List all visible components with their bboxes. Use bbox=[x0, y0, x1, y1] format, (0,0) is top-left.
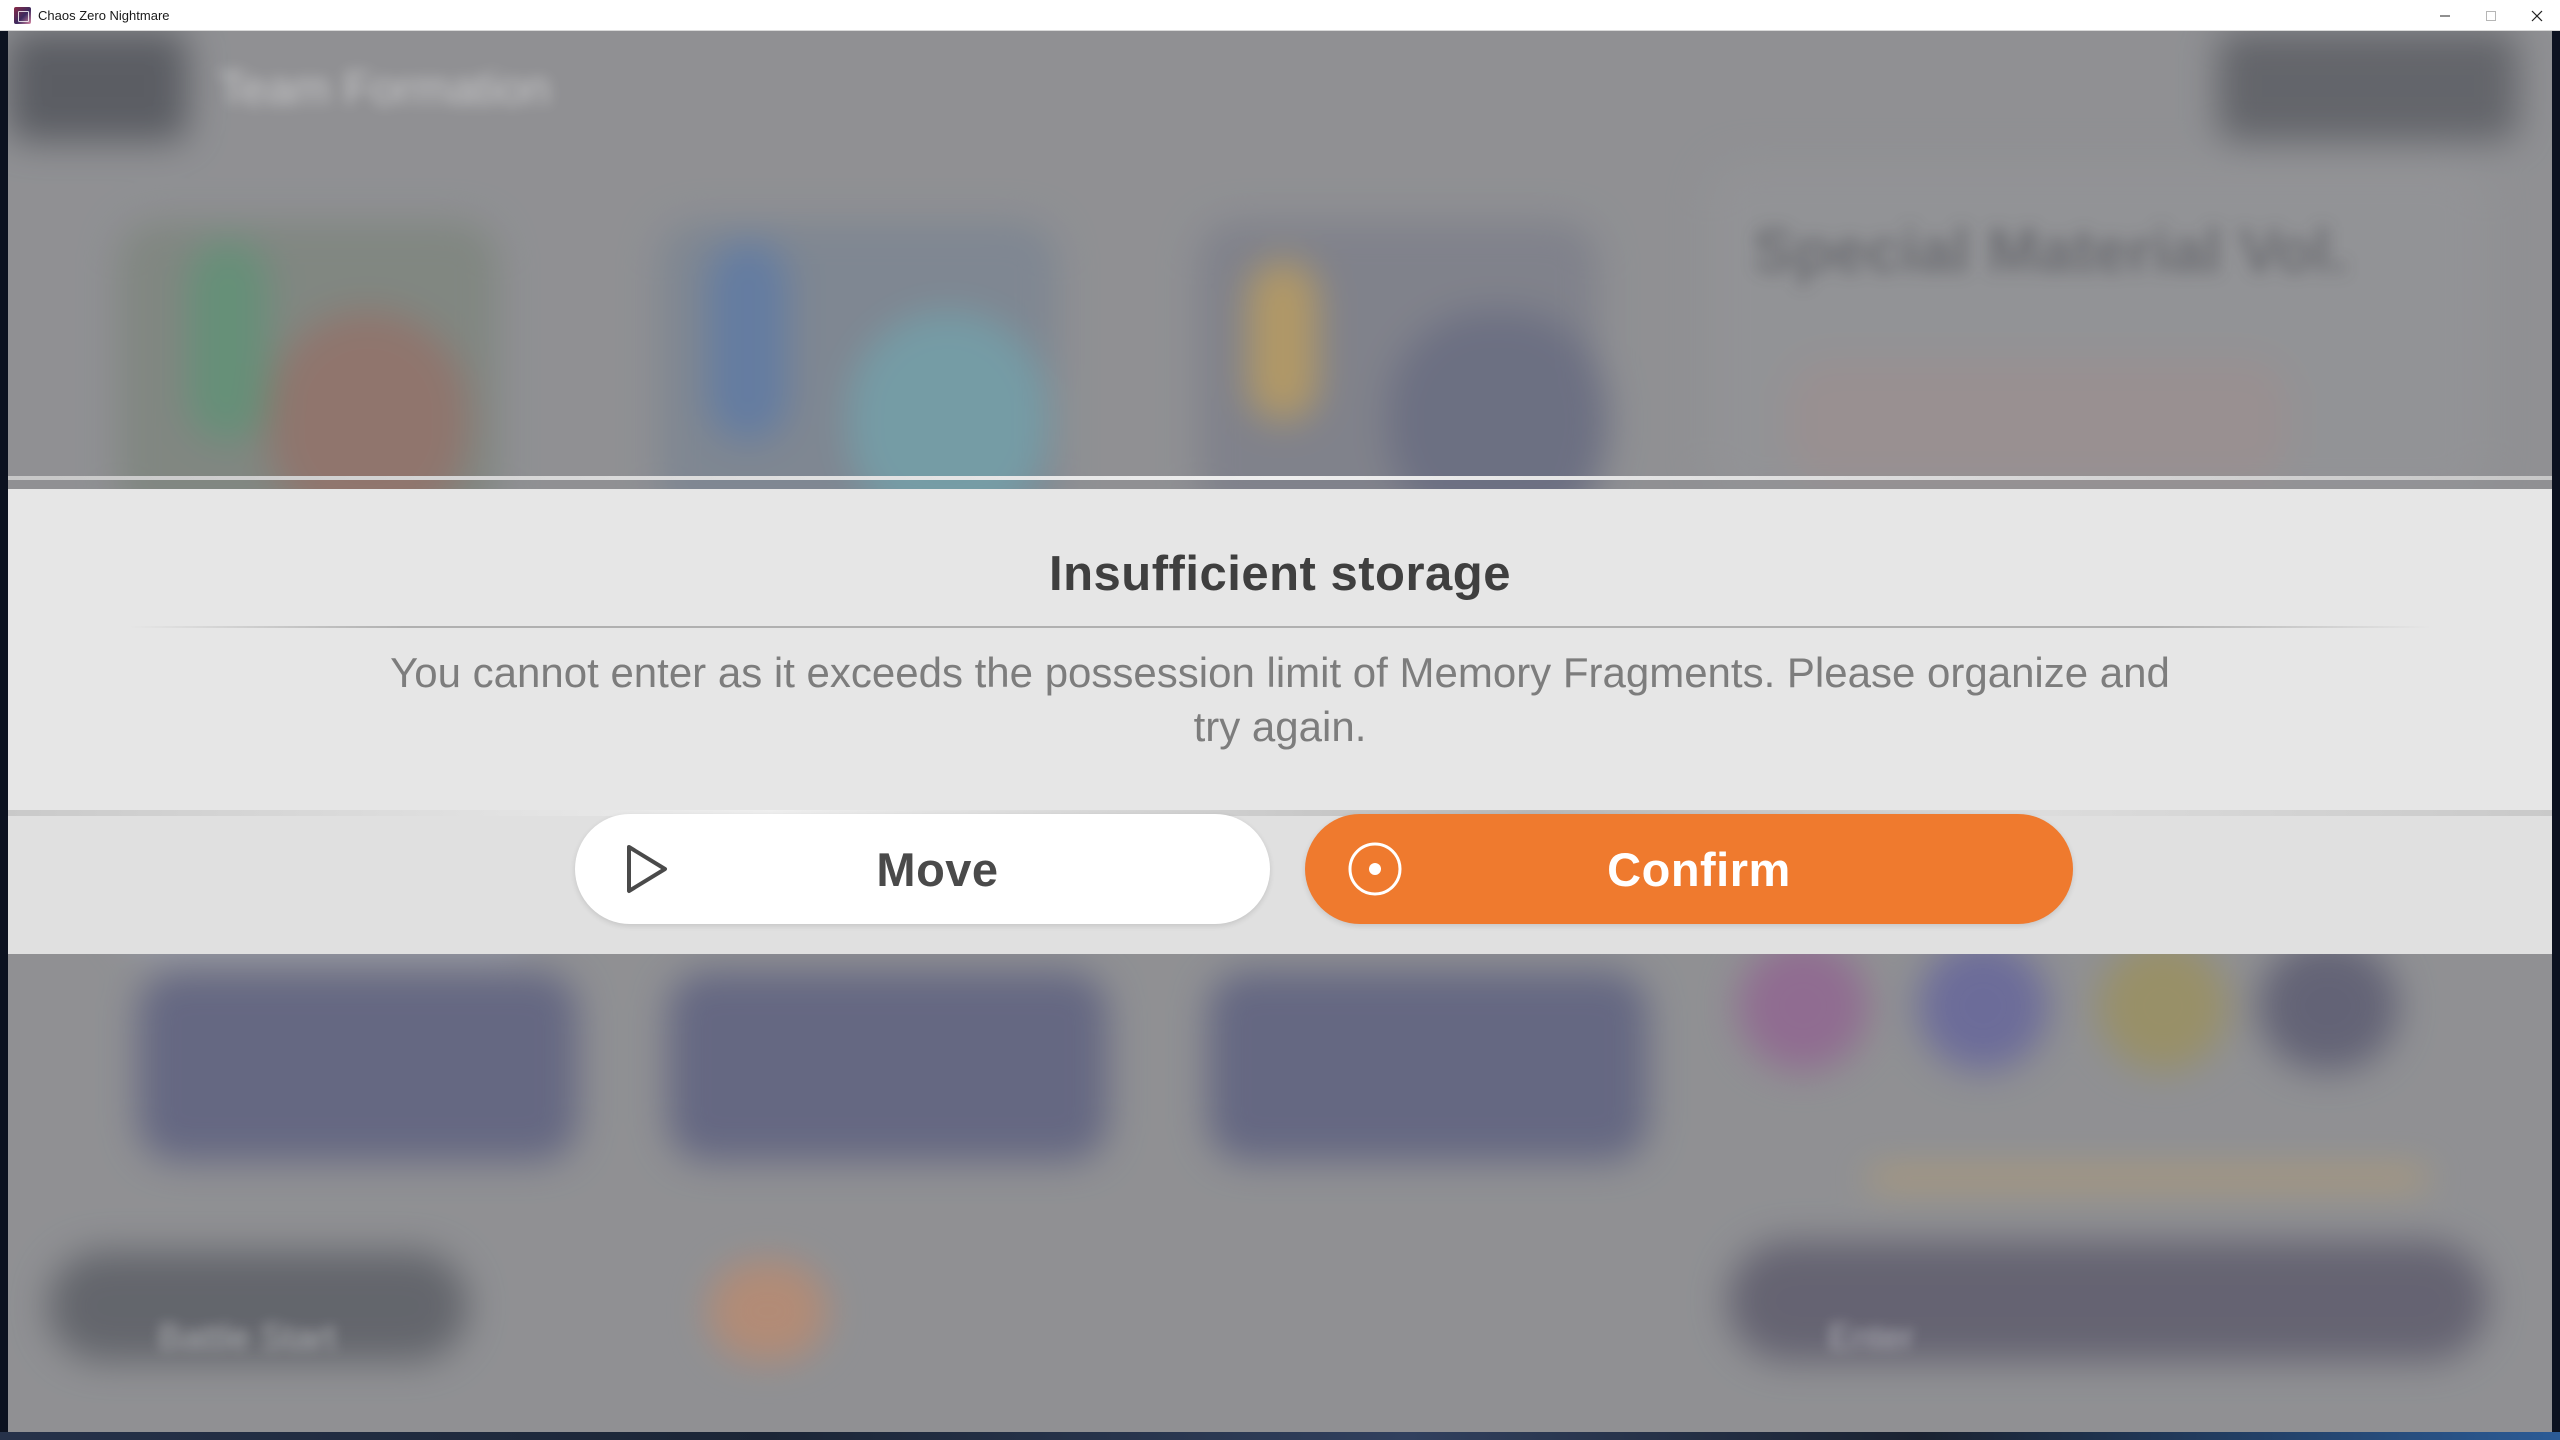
game-window: Chaos Zero Nightmare Team Formation Spec… bbox=[0, 0, 2560, 1440]
background-battle-start-label: Battle Start bbox=[158, 1316, 337, 1357]
window-title: Chaos Zero Nightmare bbox=[38, 7, 170, 23]
confirm-button[interactable]: Confirm bbox=[1305, 814, 2073, 924]
confirm-button-label: Confirm bbox=[1607, 842, 1791, 896]
taskbar-strip bbox=[0, 1432, 2560, 1440]
dialog-panel: Insufficient storage You cannot enter as… bbox=[8, 489, 2552, 954]
move-button-label: Move bbox=[876, 842, 999, 896]
move-button[interactable]: Move bbox=[575, 814, 1270, 924]
dialog-divider bbox=[128, 626, 2432, 628]
close-button[interactable] bbox=[2514, 0, 2560, 31]
window-titlebar[interactable]: Chaos Zero Nightmare bbox=[0, 0, 2560, 31]
background-screen-title: Team Formation bbox=[218, 62, 551, 114]
dialog-footer bbox=[8, 810, 2552, 954]
background-panel-title: Special Material Vol. bbox=[1753, 217, 2348, 286]
app-logo-icon bbox=[14, 6, 31, 24]
close-icon bbox=[2531, 10, 2543, 21]
insufficient-storage-dialog: Insufficient storage You cannot enter as… bbox=[8, 476, 2552, 954]
background-enter-label: Enter bbox=[1828, 1316, 1915, 1357]
dialog-top-border bbox=[8, 476, 2552, 480]
minimize-icon bbox=[2440, 15, 2450, 16]
minimize-button[interactable] bbox=[2422, 0, 2468, 31]
dialog-message: You cannot enter as it exceeds the posse… bbox=[390, 649, 2170, 750]
maximize-button[interactable] bbox=[2468, 0, 2514, 31]
maximize-icon bbox=[2486, 10, 2496, 21]
dialog-title: Insufficient storage bbox=[1049, 547, 1511, 601]
window-controls bbox=[2422, 0, 2560, 31]
footer-divider bbox=[8, 810, 2552, 816]
